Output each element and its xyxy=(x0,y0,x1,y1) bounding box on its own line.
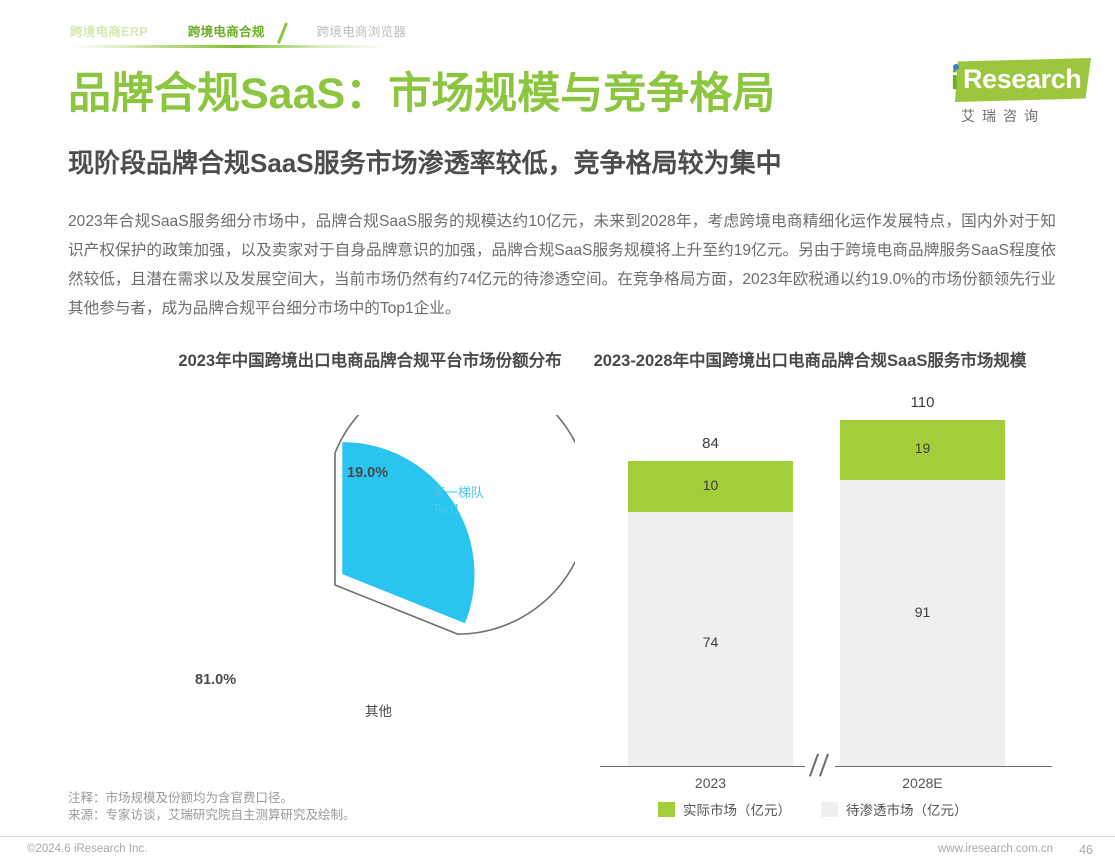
footer-copyright: ©2024.6 iResearch Inc. xyxy=(27,843,148,855)
chart-title-left: 2023年中国跨境出口电商品牌合规平台市场份额分布 xyxy=(178,352,562,370)
nav-slash-divider xyxy=(273,24,295,44)
page-title: 品牌合规SaaS：市场规模与竞争格局 xyxy=(68,70,776,118)
bar-chart: 84 10 74 110 19 91 2023 2028E 实际市场（亿元） 待… xyxy=(600,394,1070,818)
pie-chart: 19.0% 81.0% 第一梯队 Top1 其他 xyxy=(175,415,575,745)
logo-mark: i Research xyxy=(939,56,1091,104)
legend-label-pending: 待渗透市场（亿元） xyxy=(846,803,968,818)
logo-chinese-name: 艾瑞咨询 xyxy=(961,108,1045,124)
legend-swatch-pending-icon xyxy=(821,801,838,817)
bar-column-2028E: 110 19 91 xyxy=(840,394,1005,767)
pie-category-label-top1: 第一梯队 Top1 xyxy=(432,485,484,517)
bar-segment-pending-2023: 74 xyxy=(628,512,793,767)
bar-segment-pending-2028E: 91 xyxy=(840,480,1005,767)
bar-value-actual-2028E: 19 xyxy=(914,440,931,456)
footer-website: www.iresearch.com.cn xyxy=(937,843,1053,855)
bar-value-pending-2023: 74 xyxy=(702,634,719,650)
bar-total-2023: 84 xyxy=(702,435,719,452)
logo-i-dot-icon xyxy=(953,64,959,70)
slide-root: 跨境电商ERP 跨境电商合规 跨境电商浏览器 i Research 艾瑞咨询 品… xyxy=(0,0,1115,868)
legend-item-actual: 实际市场（亿元） xyxy=(658,799,791,819)
logo-wordmark: Research xyxy=(963,64,1082,94)
axis-break-icon xyxy=(805,753,835,777)
pie-category-label-other: 其他 xyxy=(365,704,392,719)
pie-label-tier: 第一梯队 xyxy=(432,485,485,500)
footer-page-number: 46 xyxy=(1079,843,1093,857)
legend-swatch-actual-icon xyxy=(658,801,675,817)
bar-segment-actual-2023: 10 xyxy=(628,461,793,512)
x-axis-label-2028E: 2028E xyxy=(902,775,943,791)
note-line-source: 来源：专家访谈，艾瑞研究院自主测算研究及绘制。 xyxy=(68,808,356,822)
body-paragraph: 2023年合规SaaS服务细分市场中，品牌合规SaaS服务的规模达约10亿元，未… xyxy=(68,213,1056,317)
note-line-annotation: 注释：市场规模及份额均为含官费口径。 xyxy=(68,791,294,805)
bar-total-2028E: 110 xyxy=(910,394,935,411)
footer-divider xyxy=(0,836,1115,837)
page-subtitle: 现阶段品牌合规SaaS服务市场渗透率较低，竞争格局较为集中 xyxy=(68,148,782,178)
bar-column-2023: 84 10 74 xyxy=(628,435,793,767)
bar-chart-legend: 实际市场（亿元） 待渗透市场（亿元） xyxy=(658,799,968,819)
pie-value-label-other: 81.0% xyxy=(195,672,237,688)
iresearch-logo: i Research 艾瑞咨询 xyxy=(939,56,1099,136)
bar-segment-actual-2028E: 19 xyxy=(840,420,1005,480)
bar-value-actual-2023: 10 xyxy=(702,477,719,493)
pie-value-label-top1: 19.0% xyxy=(347,465,389,481)
chart-title-right: 2023-2028年中国跨境出口电商品牌合规SaaS服务市场规模 xyxy=(593,352,1027,370)
nav-tab-erp[interactable]: 跨境电商ERP xyxy=(70,24,148,40)
legend-item-pending: 待渗透市场（亿元） xyxy=(821,799,968,819)
x-axis-label-2023: 2023 xyxy=(694,775,727,791)
source-notes: 注释：市场规模及份额均为含官费口径。 来源：专家访谈，艾瑞研究院自主测算研究及绘… xyxy=(68,790,356,824)
nav-tab-browser[interactable]: 跨境电商浏览器 xyxy=(317,24,407,40)
bar-value-pending-2028E: 91 xyxy=(914,604,931,620)
pie-label-top1: Top1 xyxy=(432,501,461,516)
nav-tab-compliance[interactable]: 跨境电商合规 xyxy=(188,24,265,40)
legend-label-actual: 实际市场（亿元） xyxy=(683,803,791,818)
nav-underline xyxy=(70,45,390,48)
